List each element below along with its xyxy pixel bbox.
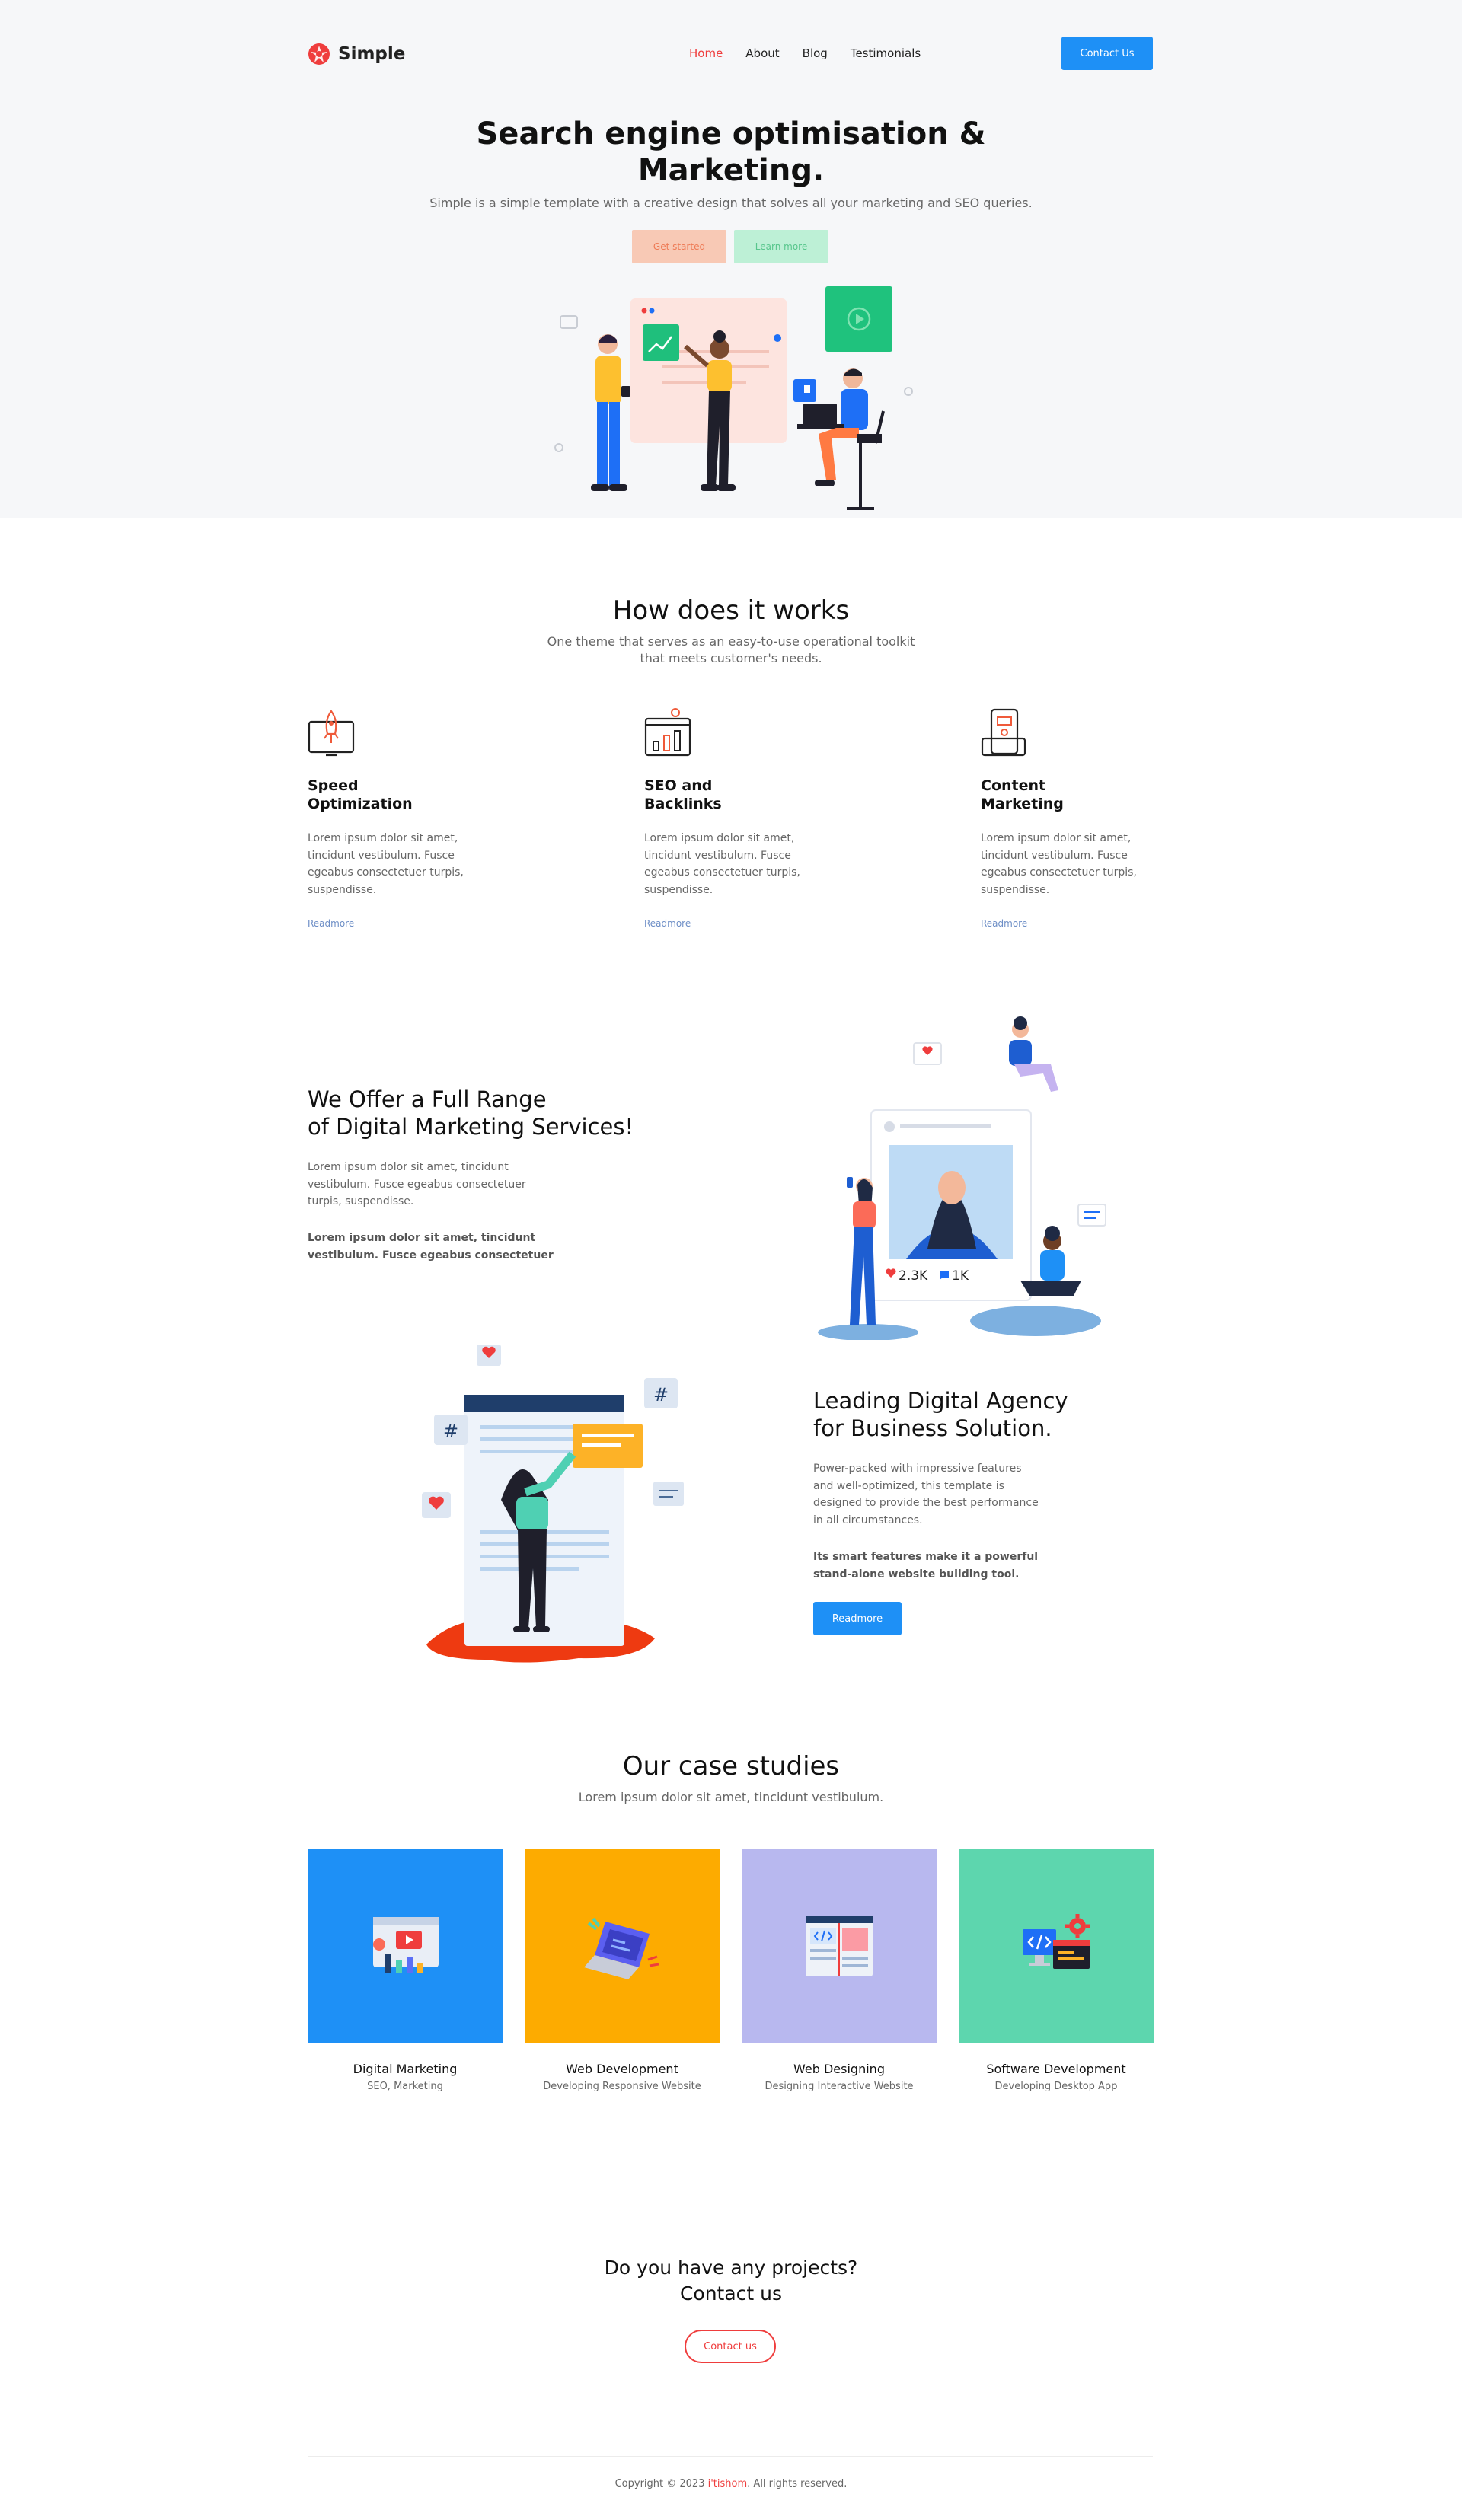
case-study-card[interactable]: Software Development Developing Desktop … [959, 1849, 1154, 2092]
hero-title-line2: Marketing. [637, 153, 825, 188]
offer-text: Lorem ipsum dolor sit amet, tincidunt ve… [308, 1161, 526, 1207]
case-study-title: Web Designing [793, 2062, 885, 2076]
case-study-card[interactable]: Web Development Developing Responsive We… [525, 1849, 720, 2092]
case-study-image [742, 1849, 937, 2043]
copyright-prefix: Copyright © 2023 [614, 2478, 708, 2490]
nav-testimonials[interactable]: Testimonials [851, 44, 921, 62]
main-nav: Home About Blog Testimonials [689, 44, 943, 62]
offer-title-line2: of Digital Marketing Services! [308, 1114, 634, 1140]
feature-card: Speed Optimization Lorem ipsum dolor sit… [308, 708, 498, 929]
agency-title-line1: Leading Digital Agency [813, 1388, 1068, 1414]
desktop-gear-icon [1023, 1914, 1090, 1969]
offer-title-line1: We Offer a Full Range [308, 1086, 547, 1112]
feature-text: Lorem ipsum dolor sit amet, tincidunt ve… [308, 832, 464, 896]
agency-title-line2: for Business Solution. [813, 1415, 1052, 1441]
hero-subtitle: Simple is a simple template with a creat… [429, 196, 1033, 210]
feature-title: Speed Optimization [308, 777, 413, 812]
svg-text:#: # [443, 1421, 458, 1442]
case-study-subtitle: Developing Desktop App [994, 2081, 1118, 2092]
readmore-link[interactable]: Readmore [981, 918, 1171, 929]
case-study-card[interactable]: Digital Marketing SEO, Marketing [308, 1849, 503, 2092]
get-started-button[interactable]: Get started [632, 230, 726, 263]
hero-title: Search engine optimisation & Marketing. [426, 116, 1036, 189]
hero-title-line1: Search engine optimisation & [476, 116, 986, 152]
svg-text:#: # [653, 1384, 669, 1405]
logo[interactable]: Simple [308, 41, 405, 67]
case-study-title: Web Development [566, 2062, 678, 2076]
feature-card: SEO and Backlinks Lorem ipsum dolor sit … [644, 708, 835, 929]
how-subtitle-line2: that meets customer's needs. [640, 651, 822, 665]
feature-text: Lorem ipsum dolor sit amet, tincidunt ve… [981, 832, 1137, 896]
content-phone-icon [981, 708, 1026, 757]
logo-text: Simple [338, 44, 406, 64]
case-study-image [525, 1849, 720, 2043]
seo-chart-icon [644, 708, 691, 757]
case-study-image [959, 1849, 1154, 2043]
nav-about[interactable]: About [745, 44, 779, 62]
footer-divider [308, 2456, 1153, 2457]
laptop-code-icon [584, 1917, 659, 1979]
contact-us-button[interactable]: Contact Us [1061, 37, 1153, 70]
case-study-title: Software Development [986, 2062, 1126, 2076]
feature-title: SEO and Backlinks [644, 777, 722, 812]
feature-card: Content Marketing Lorem ipsum dolor sit … [981, 708, 1171, 929]
agency-title: Leading Digital Agency for Business Solu… [813, 1387, 1156, 1442]
case-study-subtitle: Designing Interactive Website [765, 2081, 914, 2092]
web-layout-icon [806, 1916, 873, 1976]
social-media-illustration: 2.3K 1K [818, 1016, 1106, 1340]
case-study-subtitle: SEO, Marketing [367, 2081, 443, 2092]
how-subtitle-line1: One theme that serves as an easy-to-use … [547, 634, 915, 649]
agency-bold-text: Its smart features make it a powerful st… [813, 1551, 1039, 1581]
feature-title: Content Marketing [981, 777, 1064, 812]
readmore-link[interactable]: Readmore [644, 918, 835, 929]
case-study-card[interactable]: Web Designing Designing Interactive Webs… [742, 1849, 937, 2092]
logo-icon [308, 43, 330, 65]
projects-heading-line1: Do you have any projects? [604, 2257, 858, 2279]
rocket-monitor-icon [308, 710, 355, 757]
copyright-suffix: . All rights reserved. [747, 2478, 848, 2490]
footer-copyright: Copyright © 2023 i'tishom. All rights re… [426, 2478, 1036, 2490]
projects-heading: Do you have any projects? Contact us [503, 2255, 959, 2307]
offer-title: We Offer a Full Range of Digital Marketi… [308, 1086, 704, 1140]
hero-illustration [554, 286, 913, 510]
cases-subtitle: Lorem ipsum dolor sit amet, tincidunt ve… [578, 1790, 884, 1804]
digital-agency-illustration: # # [422, 1345, 684, 1663]
nav-home[interactable]: Home [689, 44, 723, 62]
readmore-button[interactable]: Readmore [813, 1602, 902, 1635]
projects-heading-line2: Contact us [679, 2282, 783, 2305]
how-title: How does it works [612, 595, 850, 626]
readmore-link[interactable]: Readmore [308, 918, 498, 929]
nav-blog[interactable]: Blog [803, 44, 828, 62]
contact-us-outline-button[interactable]: Contact us [685, 2330, 776, 2363]
learn-more-button[interactable]: Learn more [734, 230, 828, 263]
likes-count: 2.3K [899, 1268, 928, 1284]
agency-text: Power-packed with impressive features an… [813, 1463, 1039, 1526]
video-analytics-icon [373, 1917, 439, 1973]
case-study-subtitle: Developing Responsive Website [543, 2081, 701, 2092]
footer-brand-link[interactable]: i'tishom [708, 2478, 748, 2490]
feature-text: Lorem ipsum dolor sit amet, tincidunt ve… [644, 832, 800, 896]
offer-bold-text: Lorem ipsum dolor sit amet, tincidunt ve… [308, 1232, 554, 1262]
case-study-title: Digital Marketing [353, 2062, 458, 2076]
how-subtitle: One theme that serves as an easy-to-use … [503, 633, 959, 667]
cases-title: Our case studies [622, 1751, 840, 1782]
comments-count: 1K [952, 1268, 969, 1284]
case-study-image [308, 1849, 503, 2043]
